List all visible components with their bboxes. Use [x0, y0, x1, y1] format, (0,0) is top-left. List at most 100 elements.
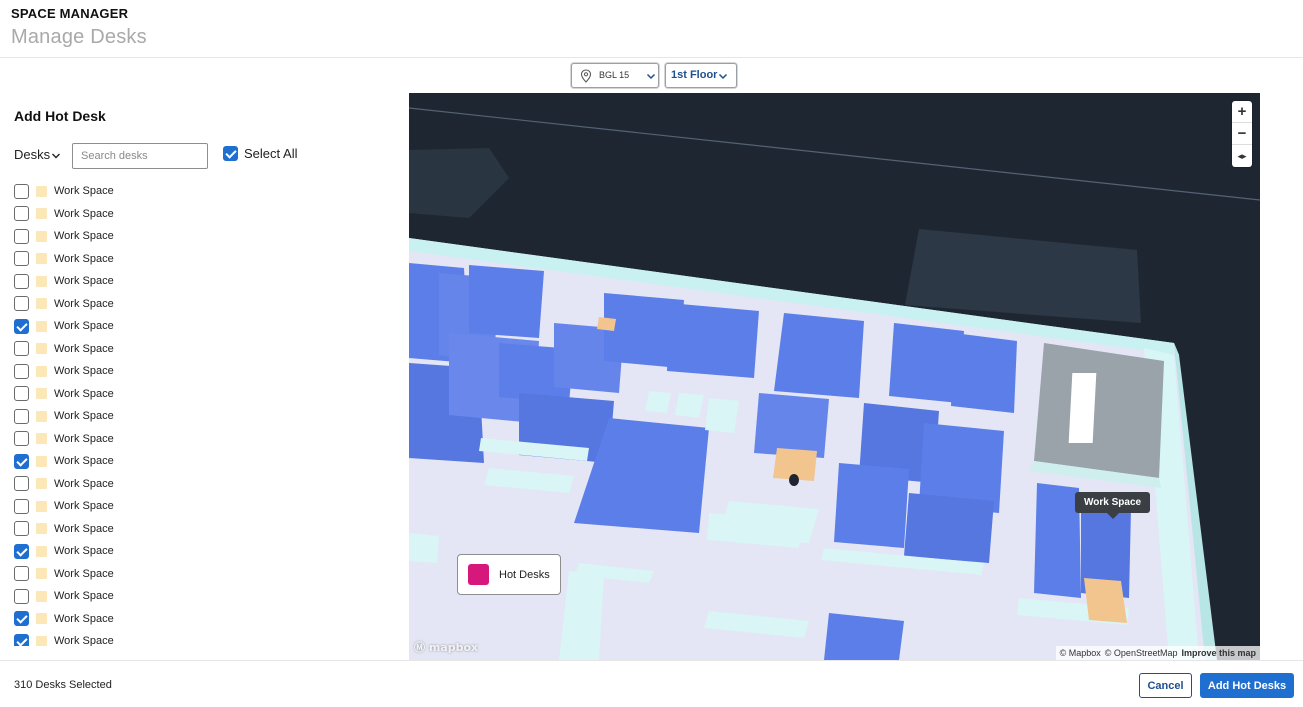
- desk-list-item[interactable]: Work Space: [14, 542, 114, 560]
- desk-label: Work Space: [54, 567, 114, 580]
- desk-color-swatch: [36, 500, 47, 512]
- building-selector[interactable]: BGL 15: [571, 63, 659, 88]
- desk-checkbox[interactable]: [14, 296, 29, 311]
- desk-list-item[interactable]: Work Space: [14, 227, 114, 245]
- map-work-space-highlight: [1084, 578, 1127, 623]
- desk-label: Work Space: [54, 387, 114, 400]
- desk-checkbox[interactable]: [14, 431, 29, 446]
- chevron-down-icon: [718, 73, 728, 80]
- desks-filter-label: Desks: [14, 147, 51, 162]
- desk-color-swatch: [36, 545, 47, 557]
- desk-color-swatch: [36, 523, 47, 534]
- map-tooltip: Work Space: [1075, 492, 1151, 519]
- desk-checkbox[interactable]: [14, 611, 29, 626]
- desk-list-item[interactable]: Work Space: [14, 452, 114, 470]
- desk-list-item[interactable]: Work Space: [14, 295, 114, 313]
- desk-color-swatch: [36, 365, 47, 377]
- floor-selector[interactable]: 1st Floor: [665, 63, 737, 88]
- mapbox-logo[interactable]: Ⓜ mapbox: [414, 639, 478, 655]
- desk-list-item[interactable]: Work Space: [14, 362, 114, 380]
- improve-map-link[interactable]: Improve this map: [1181, 648, 1256, 658]
- desk-label: Work Space: [54, 297, 114, 310]
- desk-list-item[interactable]: Work Space: [14, 632, 114, 646]
- desk-list-item[interactable]: Work Space: [14, 205, 114, 223]
- desk-checkbox[interactable]: [14, 251, 29, 266]
- desk-label: Work Space: [54, 477, 114, 490]
- map-desk-marker: [789, 474, 799, 486]
- desk-checkbox[interactable]: [14, 588, 29, 604]
- desk-checkbox[interactable]: [14, 408, 29, 424]
- chevron-down-icon: [52, 153, 61, 158]
- compass-button[interactable]: ◂▸: [1232, 145, 1252, 167]
- desk-label: Work Space: [54, 320, 114, 332]
- desk-checkbox[interactable]: [14, 498, 29, 514]
- desk-checkbox[interactable]: [14, 341, 29, 356]
- desk-color-swatch: [36, 208, 47, 219]
- desk-label: Work Space: [54, 365, 114, 377]
- desk-list-item[interactable]: Work Space: [14, 565, 114, 583]
- desk-checkbox[interactable]: [14, 543, 29, 559]
- desk-label: Work Space: [54, 455, 114, 467]
- desk-color-swatch: [36, 388, 47, 399]
- desk-list-item[interactable]: Work Space: [14, 317, 114, 335]
- add-hot-desks-button[interactable]: Add Hot Desks: [1200, 673, 1294, 698]
- search-input[interactable]: [72, 143, 208, 169]
- desk-list-item[interactable]: Work Space: [14, 497, 114, 515]
- map-road-line: [409, 107, 1260, 201]
- legend-label: Hot Desks: [499, 568, 550, 581]
- desk-list[interactable]: Work Space Work Space Work Space Work Space…: [0, 180, 400, 646]
- hot-desks-swatch: [468, 564, 489, 585]
- desk-list-item[interactable]: Work Space: [14, 475, 114, 493]
- desk-checkbox[interactable]: [14, 386, 29, 401]
- desk-list-item[interactable]: Work Space: [14, 340, 114, 358]
- desk-checkbox[interactable]: [14, 318, 29, 334]
- desk-list-item[interactable]: Work Space: [14, 520, 114, 538]
- select-all-toggle[interactable]: Select All: [223, 146, 297, 161]
- desk-checkbox[interactable]: [14, 521, 29, 536]
- map-dark-block: [409, 148, 509, 218]
- desk-checkbox[interactable]: [14, 228, 29, 244]
- footer-bar: 310 Desks Selected Cancel Add Hot Desks: [0, 660, 1303, 707]
- desk-list-item[interactable]: Work Space: [14, 610, 114, 628]
- desk-checkbox[interactable]: [14, 206, 29, 221]
- desk-label: Work Space: [54, 230, 114, 242]
- desk-list-item[interactable]: Work Space: [14, 587, 114, 605]
- desk-list-item[interactable]: Work Space: [14, 407, 114, 425]
- desk-checkbox[interactable]: [14, 363, 29, 379]
- desk-list-item[interactable]: Work Space: [14, 272, 114, 290]
- mapbox-logo-text: mapbox: [428, 641, 479, 654]
- attribution-osm-link[interactable]: © OpenStreetMap: [1105, 648, 1178, 658]
- desk-list-item[interactable]: Work Space: [14, 430, 114, 448]
- desks-filter-dropdown[interactable]: Desks: [14, 147, 61, 162]
- desk-checkbox[interactable]: [14, 183, 29, 199]
- desk-label: Work Space: [54, 635, 114, 646]
- app-header: SPACE MANAGER Manage Desks: [0, 0, 1303, 58]
- panel-title: Add Hot Desk: [14, 108, 106, 124]
- desk-label: Work Space: [54, 500, 114, 512]
- select-all-checkbox[interactable]: [223, 146, 238, 161]
- map-legend: Hot Desks: [457, 554, 561, 595]
- desk-checkbox[interactable]: [14, 453, 29, 469]
- zoom-in-button[interactable]: +: [1232, 101, 1252, 123]
- desk-checkbox[interactable]: [14, 566, 29, 581]
- attribution-mapbox-link[interactable]: © Mapbox: [1060, 648, 1101, 658]
- desk-label: Work Space: [54, 545, 114, 557]
- zoom-controls: + − ◂▸: [1232, 101, 1252, 167]
- desk-checkbox[interactable]: [14, 633, 29, 646]
- map-conference-table: [1068, 373, 1097, 443]
- desk-color-swatch: [36, 478, 47, 489]
- desk-checkbox[interactable]: [14, 273, 29, 289]
- desk-checkbox[interactable]: [14, 476, 29, 491]
- desk-label: Work Space: [54, 590, 114, 602]
- desk-list-item[interactable]: Work Space: [14, 385, 114, 403]
- desk-list-item[interactable]: Work Space: [14, 250, 114, 268]
- desk-label: Work Space: [54, 410, 114, 422]
- desk-list-item[interactable]: Work Space: [14, 182, 114, 200]
- zoom-out-button[interactable]: −: [1232, 123, 1252, 145]
- floor-map[interactable]: + − ◂▸ Work Space Hot Desks Ⓜ mapbox © M…: [409, 93, 1260, 660]
- selected-count: 310 Desks Selected: [14, 679, 112, 691]
- desk-label: Work Space: [54, 252, 114, 265]
- cancel-button[interactable]: Cancel: [1139, 673, 1192, 698]
- page-title: Manage Desks: [11, 26, 147, 48]
- desk-color-swatch: [36, 635, 47, 646]
